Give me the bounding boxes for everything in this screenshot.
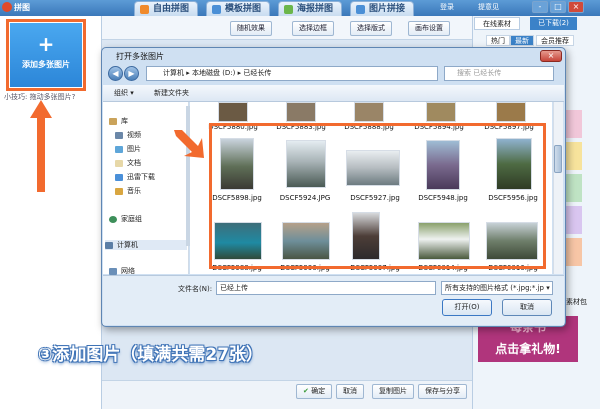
dialog-close-button[interactable]: × <box>540 50 562 62</box>
tab-downloaded[interactable]: 已下载(2) <box>530 17 577 30</box>
nav-library[interactable]: 库 <box>109 116 128 126</box>
tab-online-assets[interactable]: 在线素材 <box>474 17 520 30</box>
dialog-cancel-button[interactable]: 取消 <box>502 299 552 316</box>
filename-input[interactable]: 已经上传 <box>216 281 436 295</box>
add-images-button[interactable]: + 添加多张图片 <box>10 23 82 87</box>
nav-homegroup[interactable]: 家庭组 <box>109 214 142 224</box>
bottom-bar <box>102 380 472 409</box>
arrow-down-right-icon <box>174 130 204 158</box>
close-app-button[interactable]: × <box>568 1 584 13</box>
app-logo-icon <box>2 2 12 12</box>
nav-computer[interactable]: 计算机 <box>105 240 187 250</box>
image-thumbnail[interactable] <box>496 102 526 122</box>
save-share-button[interactable]: 保存与分享 <box>418 384 467 399</box>
app-title: 拼图 <box>14 3 30 12</box>
nav-videos[interactable]: 视频 <box>115 130 141 140</box>
maximize-button[interactable]: □ <box>550 1 566 13</box>
select-border-button[interactable]: 选择边框 <box>292 21 334 36</box>
tab-poster-collage[interactable]: 海报拼图 <box>278 1 343 16</box>
filename-label: 文件名(N): <box>178 285 213 293</box>
new-folder-button[interactable]: 新建文件夹 <box>154 88 189 98</box>
cancel-button[interactable]: 取消 <box>336 384 364 399</box>
asset-thumb[interactable] <box>566 142 582 170</box>
login-link[interactable]: 登录 <box>440 2 454 12</box>
music-icon <box>115 187 123 195</box>
asset-thumb[interactable] <box>566 174 582 202</box>
homegroup-icon <box>109 215 117 223</box>
library-icon <box>109 117 117 125</box>
instruction-caption: ③添加图片（填满共需27张） <box>38 345 264 365</box>
address-bar[interactable]: 计算机 ▸ 本地磁盘 (D:) ▸ 已经长传 <box>146 66 438 81</box>
tab-template-collage[interactable]: 模板拼图 <box>206 1 271 16</box>
asset-pack-label[interactable]: 素材包 <box>566 297 587 307</box>
scrollbar-thumb[interactable] <box>554 145 562 173</box>
selection-highlight <box>209 123 546 269</box>
subtab-vip[interactable]: 会员推荐 <box>536 35 574 46</box>
image-stitch-icon <box>356 5 365 14</box>
copy-image-button[interactable]: 复制图片 <box>372 384 414 399</box>
address-drive[interactable]: 本地磁盘 (D:) <box>192 69 235 77</box>
search-input[interactable]: 搜索 已经长传 <box>444 66 554 81</box>
computer-icon <box>105 241 113 249</box>
asset-thumb[interactable] <box>566 238 582 266</box>
template-collage-icon <box>212 5 221 14</box>
asset-thumb[interactable] <box>566 110 582 138</box>
tab-image-stitch[interactable]: 图片拼接 <box>350 1 415 16</box>
nav-documents[interactable]: 文档 <box>115 158 141 168</box>
check-icon: ✔ <box>303 387 309 395</box>
dialog-title: 打开多张图片 <box>116 52 164 61</box>
minimize-button[interactable]: - <box>532 1 548 13</box>
subtab-hot[interactable]: 热门 <box>486 35 510 46</box>
confirm-button[interactable]: ✔ 确定 <box>296 384 333 399</box>
address-folder[interactable]: 已经长传 <box>243 69 271 77</box>
document-icon <box>115 159 123 167</box>
video-icon <box>115 131 123 139</box>
file-list-scrollbar[interactable] <box>553 102 563 274</box>
nav-pictures[interactable]: 图片 <box>115 144 141 154</box>
download-icon <box>115 173 123 181</box>
free-collage-icon <box>140 5 149 14</box>
image-thumbnail[interactable] <box>354 102 384 122</box>
asset-thumb[interactable] <box>566 206 582 234</box>
canvas-settings-button[interactable]: 画布设置 <box>408 21 450 36</box>
back-arrow-icon[interactable]: ◀ <box>108 66 123 81</box>
network-icon <box>109 267 117 275</box>
subtab-new[interactable]: 最新 <box>510 35 534 46</box>
tab-free-collage[interactable]: 自由拼图 <box>134 1 199 16</box>
image-thumbnail[interactable] <box>286 102 316 122</box>
arrow-up-icon <box>30 100 52 192</box>
open-button[interactable]: 打开(O) <box>442 299 492 316</box>
promo-line-2: 点击拿礼物! <box>495 342 561 356</box>
nav-music[interactable]: 音乐 <box>115 186 141 196</box>
forward-arrow-icon[interactable]: ▶ <box>124 66 139 81</box>
poster-collage-icon <box>284 5 293 14</box>
random-effect-button[interactable]: 随机效果 <box>230 21 272 36</box>
select-layout-button[interactable]: 选择版式 <box>350 21 392 36</box>
feedback-link[interactable]: 提意见 <box>478 2 499 12</box>
nav-thunder-downloads[interactable]: 迅雷下载 <box>115 172 155 182</box>
filetype-select[interactable]: 所有支持的图片格式 (*.jpg;*.jp ▾ <box>441 281 553 295</box>
address-computer[interactable]: 计算机 <box>163 69 184 77</box>
plus-icon: + <box>37 32 55 56</box>
add-images-label: 添加多张图片 <box>22 60 70 69</box>
picture-icon <box>115 145 123 153</box>
organize-button[interactable]: 组织 ▾ <box>114 88 134 98</box>
image-thumbnail[interactable] <box>218 102 248 122</box>
image-thumbnail[interactable] <box>426 102 456 122</box>
